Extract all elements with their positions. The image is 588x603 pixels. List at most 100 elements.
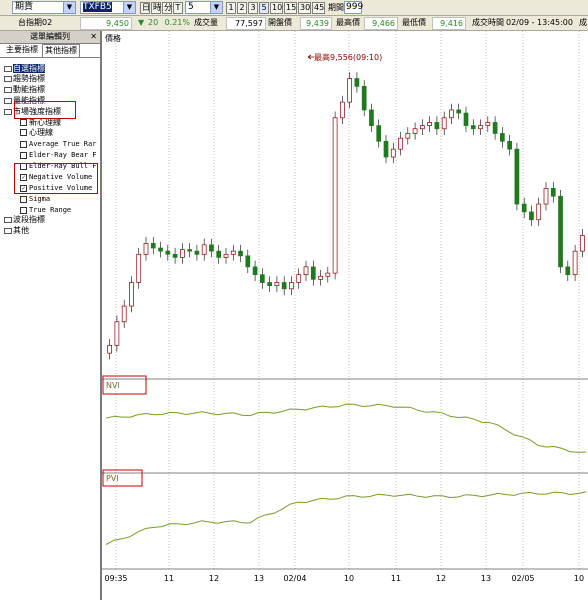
candle — [260, 274, 265, 283]
candle — [289, 282, 294, 290]
quote-symbol-name: 台指期02 — [18, 18, 53, 27]
nvi-label: NVI — [106, 381, 120, 390]
interval-button-minute[interactable]: 分 — [162, 2, 172, 14]
nvi-series-line — [105, 403, 587, 453]
candle — [245, 255, 251, 268]
candle — [332, 117, 338, 274]
tab-main-indicators[interactable]: 主要指標 — [4, 44, 40, 56]
candle — [383, 140, 389, 158]
quote-change: 20 — [148, 18, 159, 27]
tree-folder-swing[interactable]: 波段指標 — [4, 215, 45, 225]
checkbox[interactable] — [20, 195, 27, 203]
x-tick-label: 10 — [344, 574, 354, 583]
close-icon[interactable]: ✕ — [90, 31, 97, 43]
candle — [165, 250, 171, 255]
tree-item-sigma[interactable]: Sigma — [20, 194, 50, 204]
candle — [136, 253, 142, 283]
candle — [158, 247, 163, 252]
minute-button-10[interactable]: 10 — [270, 2, 283, 14]
candle — [390, 148, 396, 158]
x-tick-label: 13 — [481, 574, 491, 583]
quote-high: 9,466 — [364, 17, 398, 30]
chart-area[interactable]: 最高9,556(09:10) 價格 NVI PVI 09:35 11 12 13 02/… — [102, 31, 588, 600]
minute-button-3[interactable]: 3 — [248, 2, 258, 14]
minute-button-45[interactable]: 45 — [312, 2, 325, 14]
chevron-down-icon: ▼ — [210, 2, 222, 13]
candle — [507, 140, 512, 150]
tree-folder-other[interactable]: 其他 — [4, 226, 29, 236]
price-axis-label: 價格 — [105, 33, 121, 43]
highlight-box-volume-indicators — [14, 163, 98, 194]
toolbar: 期貨 ▼ TXFB5 ▼ 日 時 分 T 5 ▼ 1 2 3 5 10 15 3… — [0, 0, 588, 16]
checkbox[interactable] — [20, 119, 27, 126]
quote-time: 02/09 - 13:45:00 — [506, 18, 573, 27]
tree-folder-custom[interactable]: 自選指標 — [4, 64, 45, 74]
candle — [325, 272, 331, 277]
candle — [485, 122, 491, 126]
checkbox[interactable] — [20, 206, 27, 214]
tree-item-new-psychological-line[interactable]: 新心理線 — [20, 118, 61, 128]
minute-button-1[interactable]: 1 — [226, 2, 236, 14]
candle — [529, 211, 534, 221]
checkbox[interactable] — [20, 129, 27, 136]
candle — [238, 250, 243, 257]
panel-tabs: 主要指標 其他指標 — [0, 44, 100, 58]
volume-label: 成交量 — [194, 18, 218, 27]
quote-volume: 77,597 — [226, 17, 266, 30]
x-tick-label: 13 — [254, 574, 264, 583]
candle — [281, 282, 287, 290]
quote-change-pct: 0.21% — [164, 18, 190, 27]
symbol-select[interactable]: TXFB5 ▼ — [80, 1, 136, 14]
time-label: 成交時間 — [472, 18, 504, 27]
tab-other-indicators[interactable]: 其他指標 — [42, 44, 80, 57]
candle — [252, 266, 258, 276]
interval-button-hour[interactable]: 時 — [151, 2, 161, 14]
tree-item-average-true-range[interactable]: Average True Rar — [20, 139, 96, 149]
candle — [194, 250, 200, 255]
tree-item-elder-ray-bear[interactable]: Elder-Ray Bear F — [20, 150, 96, 160]
tree-label: 其他 — [13, 226, 29, 235]
candle — [376, 125, 382, 142]
candle — [318, 275, 323, 280]
tree-label: True Range — [29, 206, 72, 214]
tree-item-true-range[interactable]: True Range — [20, 205, 71, 215]
low-label: 最低價 — [402, 18, 426, 27]
x-tick-label: 09:35 — [104, 574, 127, 583]
highlight-box-market-strength — [14, 101, 76, 119]
tree-label: Average True Rar — [29, 140, 97, 148]
symbol-value: TXFB5 — [83, 2, 112, 12]
candle — [449, 109, 454, 119]
interval-select[interactable]: 5 ▼ — [185, 1, 223, 14]
interval-button-day[interactable]: 日 — [140, 2, 150, 14]
candle — [223, 253, 229, 258]
candle — [209, 244, 214, 252]
candle — [565, 266, 571, 276]
x-tick-label: 02/05 — [511, 574, 534, 583]
candle — [129, 282, 134, 307]
checkbox[interactable] — [20, 140, 27, 148]
minute-button-2[interactable]: 2 — [237, 2, 247, 14]
chevron-down-icon: ▼ — [123, 2, 135, 13]
minute-button-5[interactable]: 5 — [259, 2, 269, 14]
market-select[interactable]: 期貨 ▼ — [12, 1, 76, 14]
candle — [558, 195, 563, 268]
interval-select-value: 5 — [188, 2, 194, 12]
tree-folder-momentum[interactable]: 動能指標 — [4, 85, 45, 95]
candle — [216, 250, 222, 258]
folder-icon — [4, 86, 12, 93]
candle — [412, 128, 418, 134]
x-tick-label: 02/04 — [283, 574, 306, 583]
period-input[interactable]: 999 — [344, 1, 363, 14]
candle — [347, 78, 352, 103]
chart-svg: 最高9,556(09:10) 價格 NVI PVI 09:35 11 12 13 02/… — [102, 31, 588, 583]
checkbox[interactable] — [20, 151, 27, 159]
folder-open-icon — [4, 108, 12, 115]
tree-folder-trend[interactable]: 趨勢指標 — [4, 74, 45, 84]
minute-button-15[interactable]: 15 — [284, 2, 297, 14]
candle — [150, 242, 156, 249]
minute-button-30[interactable]: 30 — [298, 2, 311, 14]
tree-label: 趨勢指標 — [13, 74, 45, 83]
candle — [580, 235, 585, 252]
interval-button-tick[interactable]: T — [173, 2, 183, 14]
tree-item-psychological-line[interactable]: 心理線 — [20, 128, 53, 138]
